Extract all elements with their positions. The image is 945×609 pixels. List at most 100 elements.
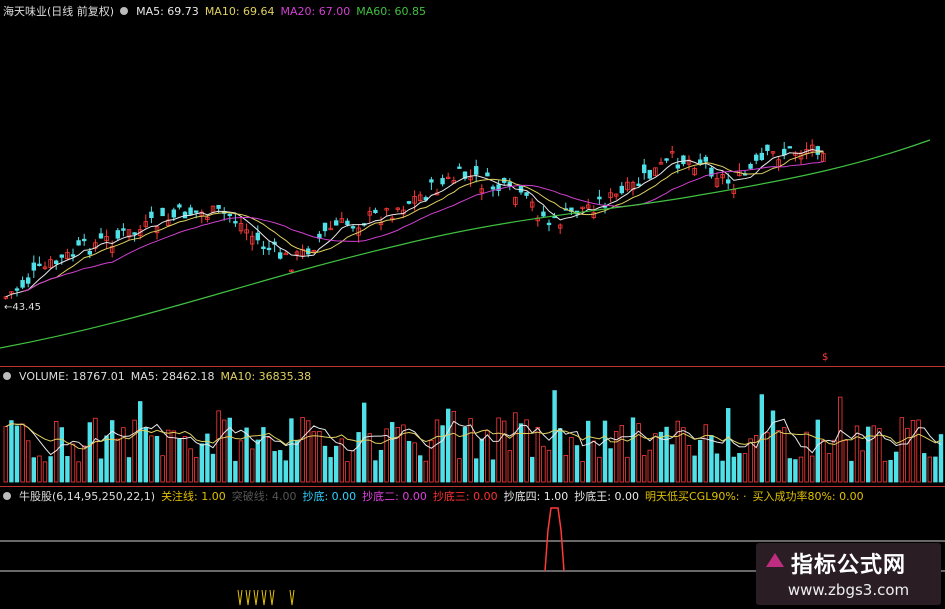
candle-body (675, 164, 680, 169)
volume-bar (569, 436, 574, 483)
volume-bar (501, 420, 507, 483)
indicator-signal-mark (245, 589, 251, 606)
dollar-marker-icon: $ (822, 352, 829, 363)
volume-bar (625, 456, 630, 483)
indicator-item-3: 抄底二: 0.00 (362, 490, 427, 503)
volume-bar (597, 456, 602, 483)
candle-body (782, 148, 787, 156)
candle-body (59, 254, 64, 258)
volume-bar (412, 442, 417, 483)
candle-body (76, 240, 81, 246)
volume-bar (171, 430, 176, 483)
candle-body (216, 204, 221, 209)
volume-bar (333, 445, 339, 483)
volume-bar (742, 453, 748, 483)
volume-bar (110, 420, 115, 483)
volume-bar (317, 431, 322, 483)
volume-bar (345, 461, 350, 483)
volume-bar (445, 408, 451, 483)
indicator-item-0: 关注线: 1.00 (161, 490, 226, 503)
volume-bar (154, 435, 160, 483)
volume-bar (48, 456, 53, 483)
candle-body (647, 169, 652, 179)
indicator-name: 牛股股(6,14,95,250,22,1) (19, 490, 156, 503)
volume-bar (25, 440, 31, 483)
volume-bar (731, 456, 736, 483)
volume-bar (720, 460, 725, 483)
volume-panel-header: VOLUME: 18767.01 MA5: 28462.18 MA10: 368… (0, 367, 311, 385)
candle-body (25, 277, 31, 284)
volume-bar (647, 449, 652, 483)
volume-bar (143, 427, 148, 483)
candle-body (261, 246, 266, 250)
candle-body (333, 220, 339, 226)
volume-settings-circle-icon[interactable] (3, 372, 11, 380)
volume-label: VOLUME: 18767.01 (19, 369, 125, 383)
candle-body (406, 201, 412, 204)
indicator-signal-mark (237, 589, 243, 606)
volume-bar (266, 437, 272, 483)
chart-canvas[interactable] (0, 0, 945, 609)
volume-bar (322, 445, 328, 483)
volume-bar (76, 461, 81, 483)
candle-body (87, 250, 92, 255)
volume-bar (311, 431, 316, 483)
candle-body (177, 204, 182, 208)
volume-bar (513, 412, 518, 483)
volume-bar (798, 456, 804, 483)
candle-body (37, 263, 42, 266)
volume-bar (726, 408, 731, 483)
candle-body (759, 152, 764, 161)
volume-bar (838, 396, 843, 483)
candle-body (754, 154, 759, 161)
volume-bar (199, 443, 204, 483)
volume-bar (221, 419, 227, 483)
indicator-item-2: 抄底: 0.00 (302, 490, 357, 503)
volume-bar (65, 456, 70, 483)
volume-bar (793, 459, 798, 483)
candle-body (193, 210, 199, 213)
volume-bar (328, 457, 333, 483)
volume-bar (776, 430, 781, 483)
volume-bar (126, 457, 132, 483)
volume-bar (653, 433, 658, 483)
candle-body (20, 280, 25, 288)
volume-bar (619, 425, 624, 483)
candle-body (31, 262, 36, 271)
candle-body (473, 166, 479, 175)
volume-bar (580, 461, 585, 483)
indicator-item-6: 抄底王: 0.00 (574, 490, 639, 503)
volume-bar (188, 448, 193, 483)
volume-bar (541, 445, 546, 483)
ma10-label: MA10: 69.64 (204, 4, 275, 18)
volume-bar (289, 418, 294, 483)
volume-bar (389, 422, 395, 483)
volume-bar (406, 440, 412, 483)
volume-bar (37, 455, 42, 483)
volume-bar (709, 435, 714, 483)
volume-bar (877, 428, 882, 483)
volume-bar (630, 417, 636, 483)
volume-bar (804, 431, 809, 483)
volume-bar (899, 417, 904, 483)
candle-body (373, 209, 378, 214)
volume-bar (681, 427, 686, 483)
indicator-spike (544, 507, 565, 572)
candle-body (54, 260, 59, 265)
settings-circle-icon[interactable] (120, 7, 129, 15)
indicator-settings-circle-icon[interactable] (3, 492, 11, 500)
volume-bar (115, 438, 120, 483)
volume-bar (810, 455, 815, 483)
volume-bar (922, 453, 927, 483)
volume-bar (748, 438, 753, 483)
candle-body (188, 207, 193, 215)
volume-bar (378, 449, 384, 483)
candle-body (546, 222, 552, 226)
volume-bar (261, 427, 266, 483)
volume-bar (737, 453, 742, 483)
volume-bar (933, 456, 938, 483)
candle-body (160, 207, 165, 217)
volume-bar (602, 420, 608, 483)
candle-body (255, 232, 260, 241)
volume-bar (849, 460, 854, 483)
